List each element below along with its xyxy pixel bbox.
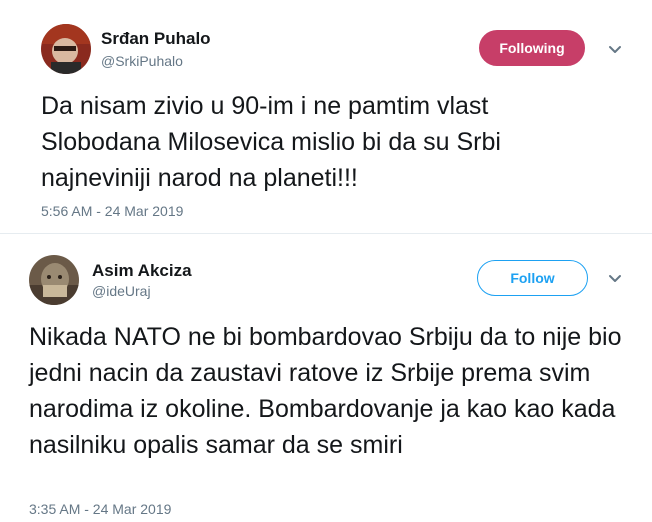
following-button[interactable]: Following — [479, 30, 585, 66]
tweet-2: Asim Akciza @ideUraj Follow Nikada NATO … — [0, 238, 652, 522]
author-name[interactable]: Srđan Puhalo — [101, 29, 211, 49]
avatar[interactable] — [29, 255, 79, 305]
author-name[interactable]: Asim Akciza — [92, 261, 192, 281]
author-handle[interactable]: @ideUraj — [92, 283, 151, 299]
tweet-text: Da nisam zivio u 90-im i ne pamtim vlast… — [41, 92, 501, 192]
chevron-down-icon[interactable] — [605, 40, 625, 60]
divider — [0, 233, 652, 234]
tweet-timestamp[interactable]: 3:35 AM - 24 Mar 2019 — [29, 501, 171, 517]
tweet-1: Srđan Puhalo @SrkiPuhalo Following Da ni… — [0, 0, 652, 230]
avatar[interactable] — [41, 24, 91, 74]
follow-button[interactable]: Follow — [477, 260, 588, 296]
author-handle[interactable]: @SrkiPuhalo — [101, 53, 183, 69]
tweet-timestamp[interactable]: 5:56 AM - 24 Mar 2019 — [41, 203, 183, 219]
chevron-down-icon[interactable] — [605, 269, 625, 289]
tweet-text: Nikada NATO ne bi bombardovao Srbiju da … — [29, 323, 622, 459]
